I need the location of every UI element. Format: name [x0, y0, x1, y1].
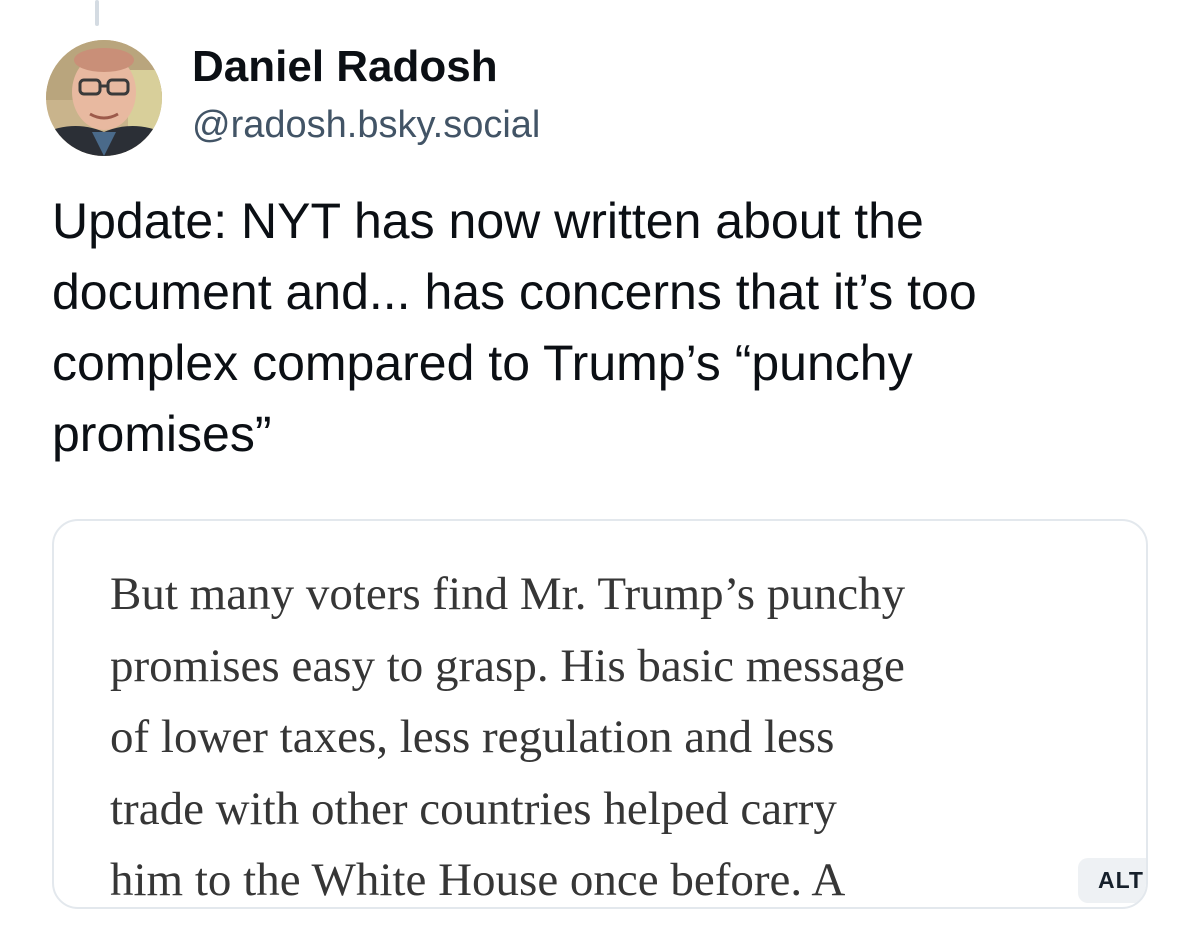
author-handle[interactable]: @radosh.bsky.social [192, 100, 540, 150]
excerpt-line: of lower taxes, less regulation and less [110, 711, 835, 763]
post-text-line: document and... has concerns that it’s t… [52, 264, 977, 320]
post-text-line: Update: NYT has now written about the [52, 193, 924, 249]
post-text: Update: NYT has now written about the do… [52, 186, 1162, 470]
quoted-article-excerpt: But many voters find Mr. Trump’s punchy … [110, 559, 1120, 907]
author-display-name[interactable]: Daniel Radosh [192, 40, 498, 94]
thread-connector-line [95, 0, 99, 26]
excerpt-line: trade with other countries helped carry [110, 782, 837, 835]
embedded-image-card[interactable]: But many voters find Mr. Trump’s punchy … [52, 519, 1148, 909]
avatar[interactable] [46, 40, 162, 156]
excerpt-line: But many voters find Mr. Trump’s punchy [110, 568, 906, 620]
excerpt-line: him to the White House once before. A [110, 854, 846, 906]
alt-text-badge[interactable]: ALT [1078, 858, 1146, 903]
person-photo-icon [46, 40, 162, 156]
excerpt-line: promises easy to grasp. His basic messag… [110, 639, 905, 692]
post-text-line: promises” [52, 406, 272, 462]
post-text-line: complex compared to Trump’s “punchy [52, 335, 913, 391]
